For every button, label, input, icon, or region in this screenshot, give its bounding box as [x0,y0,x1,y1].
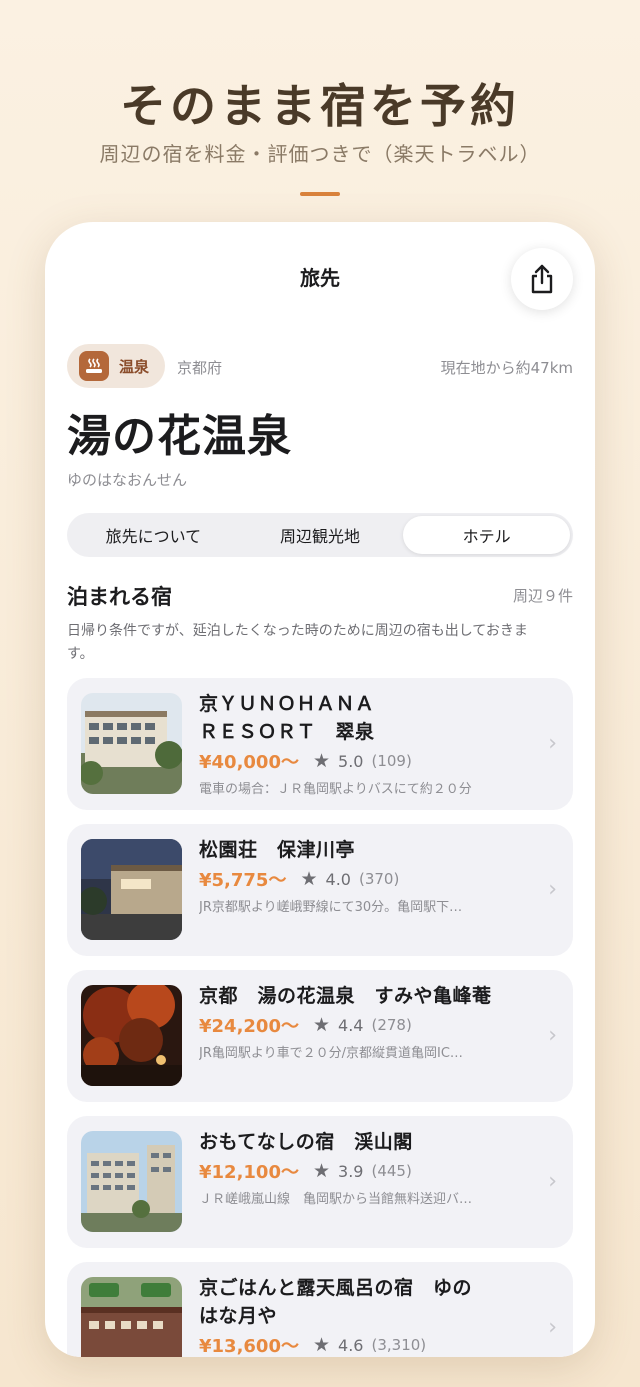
hotel-name: 京ＹＵＮＯＨＡＮＡ ＲＥＳＯＲＴ 翠泉 [199,693,375,743]
category-tag: 温泉 [67,344,165,388]
section-count: 周辺９件 [512,587,573,605]
share-icon [531,264,553,294]
hotel-card[interactable]: 京都 湯の花温泉 すみや亀峰菴 ¥24,200～ ★ 4.4 (278) JR亀… [67,970,573,1102]
section-note: 日帰り条件ですが、延泊したくなった時のために周辺の宿も出しておきます。 [67,623,528,662]
hotel-list: 京ＹＵＮＯＨＡＮＡ ＲＥＳＯＲＴ 翠泉 ¥40,000～ ★ 5.0 (109)… [67,678,573,1357]
hotel-rating: 4.4 [338,1015,364,1035]
star-icon: ★ [312,1334,331,1356]
share-button[interactable] [511,248,573,310]
hotel-price: ¥13,600～ [199,1336,299,1357]
destination-name: 湯の花温泉 [67,411,292,462]
star-icon: ★ [312,750,331,772]
hotel-access: 電車の場合：ＪＲ亀岡駅よりバスにて約２０分 [199,782,472,797]
segmented-control: 旅先について 周辺観光地 ホテル [67,513,573,557]
star-icon: ★ [312,1160,331,1182]
hotel-card[interactable]: おもてなしの宿 渓山閣 ¥12,100～ ★ 3.9 (445) ＪＲ嵯峨嵐山線… [67,1116,573,1248]
chevron-right-icon: › [548,1315,557,1340]
hotel-photo [81,1277,182,1357]
section-title: 泊まれる宿 [67,585,172,609]
hotel-price: ¥12,100～ [199,1162,299,1183]
hotel-name: 京ごはんと露天風呂の宿 ゆの はな月や [199,1277,473,1327]
destination-reading: ゆのはなおんせん [67,471,188,489]
hotel-price: ¥5,775～ [199,870,287,891]
hotel-review-count: (109) [371,752,412,770]
onsen-icon [79,351,109,381]
star-icon: ★ [300,868,318,890]
chevron-right-icon: › [548,731,557,756]
hero-accent-bar [300,192,340,196]
hotel-rating: 3.9 [338,1161,364,1181]
chevron-right-icon: › [548,877,557,902]
chevron-right-icon: › [548,1023,557,1048]
hotel-rating: 5.0 [338,751,364,771]
hotel-card[interactable]: 京ごはんと露天風呂の宿 ゆの はな月や ¥13,600～ ★ 4.6 (3,31… [67,1262,573,1357]
tab-about[interactable]: 旅先について [70,516,237,554]
hotel-name: 松園荘 保津川亭 [199,839,356,861]
phone-screen: 旅先 温泉 京都府 現在地から約47km 湯の花温泉 ゆのはなおんせん 旅先につ… [45,222,595,1357]
star-icon: ★ [312,1014,331,1036]
hotel-price: ¥24,200～ [199,1016,299,1037]
hotel-access: JR京都駅より嵯峨野線にて30分。亀岡駅下… [199,900,463,915]
hotel-name: 京都 湯の花温泉 すみや亀峰菴 [199,985,492,1007]
hotel-rating: 4.6 [338,1335,364,1355]
hotel-card[interactable]: 京ＹＵＮＯＨＡＮＡ ＲＥＳＯＲＴ 翠泉 ¥40,000～ ★ 5.0 (109)… [67,678,573,810]
category-label: 温泉 [119,357,150,376]
hotel-price: ¥40,000～ [199,752,299,773]
hotel-photo [81,985,182,1086]
hotel-photo [81,693,182,794]
hotel-photo [81,1131,182,1232]
hotel-review-count: (3,310) [371,1336,427,1354]
hotel-review-count: (445) [371,1162,412,1180]
hotel-name: おもてなしの宿 渓山閣 [199,1131,413,1153]
distance-label: 現在地から約47km [440,359,573,377]
hotel-rating: 4.0 [325,869,351,889]
hotel-review-count: (278) [371,1016,412,1034]
hero-title: そのまま宿を予約 [120,79,520,133]
hero-subtitle: 周辺の宿を料金・評価つきで（楽天トラベル） [99,142,541,166]
tab-nearby-sights[interactable]: 周辺観光地 [237,516,404,554]
hotel-access: JR亀岡駅より車で２０分/京都縦貫道亀岡IC… [199,1046,463,1061]
tab-hotels[interactable]: ホテル [403,516,571,554]
chevron-right-icon: › [548,1169,557,1194]
hotel-card[interactable]: 松園荘 保津川亭 ¥5,775～ ★ 4.0 (370) JR京都駅より嵯峨野線… [67,824,573,956]
hotel-review-count: (370) [358,870,400,888]
hotel-photo [81,839,182,940]
hotel-access: ＪＲ嵯峨嵐山線 亀岡駅から当館無料送迎バ… [199,1192,473,1207]
prefecture-label: 京都府 [177,359,223,377]
